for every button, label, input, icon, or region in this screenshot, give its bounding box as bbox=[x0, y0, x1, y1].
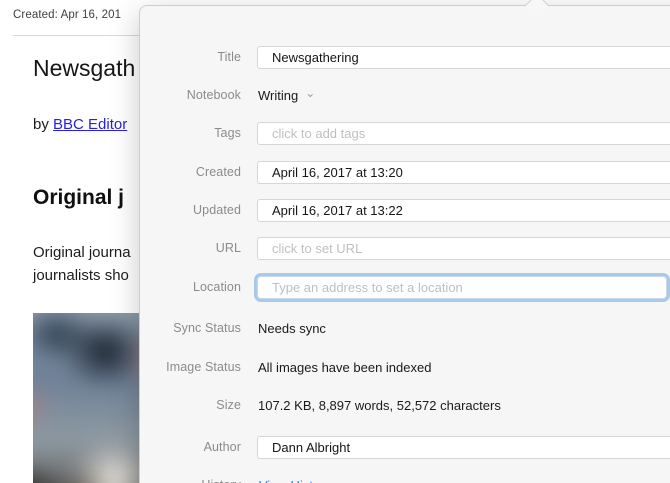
row-location: Location Type an address to set a locati… bbox=[140, 275, 670, 299]
created-input[interactable]: April 16, 2017 at 13:20 bbox=[257, 160, 670, 184]
row-history: History View History bbox=[140, 473, 670, 483]
title-input[interactable]: Newsgathering bbox=[257, 45, 670, 69]
divider bbox=[13, 35, 141, 36]
notebook-dropdown[interactable]: Writing ⌄ bbox=[258, 86, 316, 103]
row-sync-status: Sync Status Needs sync bbox=[140, 316, 670, 340]
row-image-status: Image Status All images have been indexe… bbox=[140, 355, 670, 379]
image-status-label: Image Status bbox=[166, 360, 241, 374]
tags-input[interactable]: click to add tags bbox=[257, 121, 670, 145]
updated-label: Updated bbox=[193, 203, 241, 217]
view-history-link[interactable]: View History bbox=[259, 478, 331, 483]
row-notebook: Notebook Writing ⌄ bbox=[140, 83, 670, 107]
byline-author-link[interactable]: BBC Editor bbox=[53, 116, 127, 133]
size-value: 107.2 KB, 8,897 words, 52,572 characters bbox=[258, 397, 501, 413]
section-heading: Original j bbox=[33, 186, 125, 209]
paragraph-line: journalists sho bbox=[33, 267, 129, 284]
row-author: Author Dann Albright bbox=[140, 435, 670, 459]
notebook-value: Writing bbox=[258, 87, 299, 103]
chevron-down-icon: ⌄ bbox=[305, 86, 316, 100]
row-title: Title Newsgathering bbox=[140, 45, 670, 69]
row-tags: Tags click to add tags bbox=[140, 121, 670, 145]
author-input[interactable]: Dann Albright bbox=[257, 435, 670, 459]
location-input[interactable]: Type an address to set a location bbox=[257, 275, 667, 299]
note-title-heading: Newsgath bbox=[33, 55, 136, 81]
row-size: Size 107.2 KB, 8,897 words, 52,572 chara… bbox=[140, 393, 670, 417]
image-status-value: All images have been indexed bbox=[258, 359, 432, 375]
note-photo bbox=[33, 313, 141, 483]
size-label: Size bbox=[216, 398, 241, 412]
created-label: Created bbox=[195, 165, 241, 179]
location-label: Location bbox=[192, 280, 241, 294]
url-label: URL bbox=[215, 241, 241, 255]
row-created: Created April 16, 2017 at 13:20 bbox=[140, 160, 670, 184]
photo-blur-content bbox=[33, 313, 141, 483]
updated-input[interactable]: April 16, 2017 at 13:22 bbox=[257, 198, 670, 222]
popover-arrow bbox=[524, 0, 550, 19]
tags-label: Tags bbox=[214, 126, 241, 140]
history-label: History bbox=[140, 478, 241, 483]
screen: Created: Apr 16, 201 Newsgath by BBC Edi… bbox=[0, 0, 670, 483]
sync-status-label: Sync Status bbox=[173, 321, 241, 335]
paragraph: Original journa journalists sho bbox=[33, 241, 131, 287]
title-label: Title bbox=[217, 50, 241, 64]
sync-status-value: Needs sync bbox=[258, 320, 326, 336]
row-url: URL click to set URL bbox=[140, 236, 670, 260]
note-created-line: Created: Apr 16, 201 bbox=[13, 9, 122, 21]
notebook-label: Notebook bbox=[186, 88, 241, 102]
byline-prefix: by bbox=[33, 116, 54, 133]
row-updated: Updated April 16, 2017 at 13:22 bbox=[140, 198, 670, 222]
note-info-popover: Title Newsgathering Notebook Writing ⌄ T… bbox=[139, 0, 670, 483]
byline: by BBC Editor bbox=[33, 116, 127, 133]
url-input[interactable]: click to set URL bbox=[257, 236, 670, 260]
paragraph-line: Original journa bbox=[33, 244, 131, 261]
author-label: Author bbox=[203, 440, 241, 454]
